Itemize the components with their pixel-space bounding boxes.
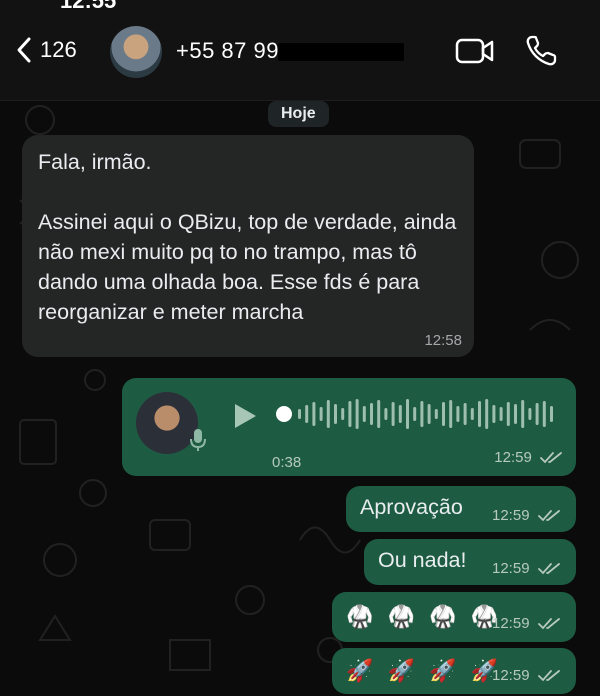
read-ticks-icon [537,618,560,630]
waveform-bar [391,402,395,426]
waveform-bar [362,406,366,422]
contact-name[interactable]: +55 87 99 [176,38,279,64]
message-text: Assinei aqui o QBizu, top de verdade, ai… [38,210,457,324]
waveform-bar [550,406,553,422]
waveform-bar [470,408,474,420]
read-ticks-icon [537,670,560,682]
audio-waveform[interactable] [274,396,556,432]
message-time: 12:59 [494,449,562,466]
waveform-bar [506,402,510,426]
waveform-bar [499,407,503,421]
waveform-bar [319,407,323,421]
message-text: Ou nada! [378,548,467,572]
waveform-bar [384,408,388,420]
contact-avatar[interactable] [110,26,162,78]
outgoing-message[interactable]: 🚀 🚀 🚀 🚀 12:59 [332,648,576,694]
waveform-bar [492,405,496,423]
waveform-bar [298,409,301,419]
waveform-bar [463,403,467,425]
outgoing-message[interactable]: Ou nada! 12:59 [364,539,576,585]
message-time: 12:59 [492,615,560,632]
emoji-message: 🥋 🥋 🥋 🥋 [346,604,502,629]
chevron-left-icon [17,37,31,63]
waveform-bar [420,401,424,427]
microphone-icon [190,429,206,451]
back-button[interactable]: 126 [16,36,77,64]
message-time: 12:58 [424,332,462,349]
waveform-bar [434,409,438,419]
waveform-bar [449,400,453,428]
voice-call-button[interactable] [524,34,558,73]
waveform-bar [528,408,532,420]
redaction-bar [278,43,404,61]
outgoing-message[interactable]: 🥋 🥋 🥋 🥋 12:59 [332,592,576,642]
message-time: 12:59 [492,507,560,524]
message-time: 12:59 [492,560,560,577]
outgoing-message[interactable]: Aprovação 12:59 [346,486,576,532]
waveform-bar [398,405,402,423]
waveform-bar [334,404,337,424]
waveform-bar [348,401,352,427]
chat-header: 12:55 126 +55 87 99 [0,0,600,101]
waveform-bar [442,402,445,426]
waveform-bar [370,403,373,425]
waveform-bar [485,399,489,429]
waveform-bar [456,406,460,422]
read-ticks-icon [537,510,560,522]
read-ticks-icon [537,563,560,575]
message-text: Fala, irmão. [38,150,152,174]
message-time: 12:59 [492,667,560,684]
voice-duration: 0:38 [272,454,302,471]
video-call-icon [455,38,494,64]
waveform-bar [406,399,409,429]
message-text: Aprovação [360,495,463,519]
unread-count: 126 [40,37,77,62]
voice-message[interactable]: 0:38 12:59 [122,378,576,476]
playback-position-dot [276,406,292,422]
read-ticks-icon [540,452,562,464]
waveform-bar [521,400,525,428]
date-separator: Hoje [268,101,329,127]
waveform-bar [535,403,539,425]
waveform-bar [514,404,517,424]
waveform-bar [542,401,546,427]
waveform-bar [305,405,309,423]
waveform-bar [478,401,481,427]
waveform-bar [413,407,417,421]
status-time: 12:55 [60,0,117,13]
video-call-button[interactable] [455,36,495,71]
waveform-bar [326,400,330,428]
waveform-bar [355,399,359,429]
incoming-message[interactable]: Fala, irmão. Assinei aqui o QBizu, top d… [22,135,474,357]
waveform-bar [377,400,381,428]
sender-avatar [136,392,198,454]
waveform-bar [312,402,316,426]
waveform-bar [427,404,431,424]
voice-call-icon [526,35,557,66]
emoji-message: 🚀 🚀 🚀 🚀 [346,658,502,683]
waveform-bar [341,408,345,420]
play-icon[interactable] [232,402,258,430]
